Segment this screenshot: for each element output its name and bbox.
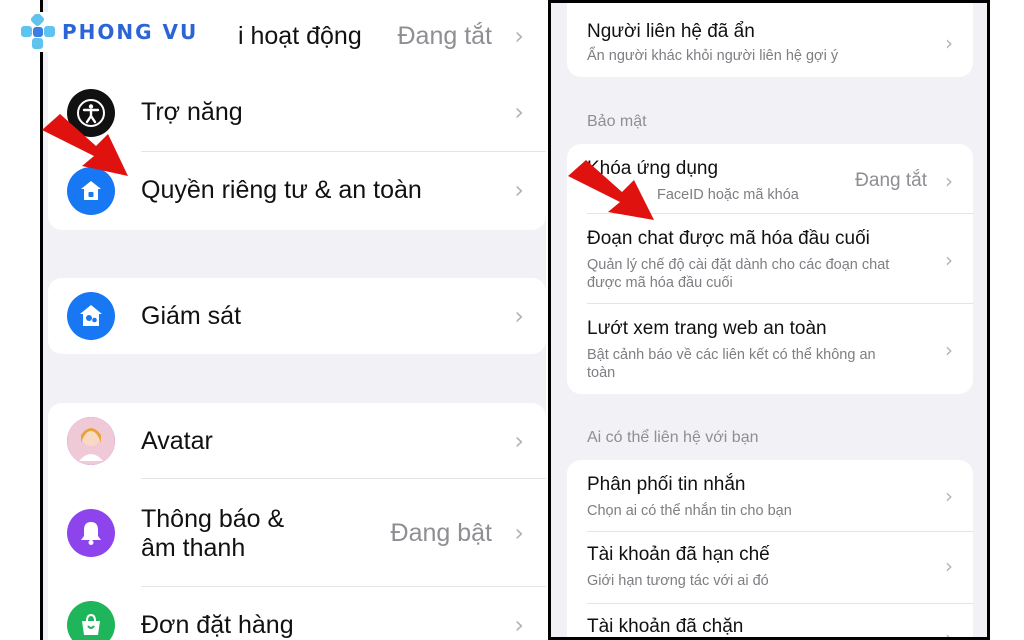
logo-text: PHONG VU <box>62 20 199 44</box>
bell-icon <box>67 509 115 557</box>
chevron-right-icon: › <box>945 626 953 640</box>
chevron-right-icon: › <box>514 302 524 330</box>
security-section-header: Bảo mật <box>587 113 647 130</box>
hidden-contacts-title: Người liên hệ đã ẩn <box>587 21 755 42</box>
contact-section-header: Ai có thể liên hệ với bạn <box>587 429 759 446</box>
chevron-right-icon: › <box>945 484 953 508</box>
chevron-right-icon: › <box>945 554 953 578</box>
active-status-label: i hoạt động <box>238 22 362 50</box>
blocked-accounts-title: Tài khoản đã chặn <box>587 616 744 637</box>
notifications-value: Đang bật <box>390 519 492 547</box>
supervision-icon <box>67 292 115 340</box>
chevron-right-icon: › <box>514 98 524 126</box>
settings-row-hidden-contacts[interactable]: Người liên hệ đã ẩn Ẩn người khác khỏi n… <box>567 3 973 77</box>
settings-row-e2e-chats[interactable]: Đoạn chat được mã hóa đầu cuối Quản lý c… <box>567 214 973 304</box>
app-lock-value: Đang tắt <box>855 170 927 191</box>
avatar-icon <box>67 417 115 465</box>
chevron-right-icon: › <box>514 176 524 204</box>
accessibility-label: Trợ năng <box>141 98 243 126</box>
settings-row-message-delivery[interactable]: Phân phối tin nhắn Chọn ai có thể nhắn t… <box>567 460 973 532</box>
supervision-label: Giám sát <box>141 302 242 330</box>
privacy-safety-label: Quyền riêng tư & an toàn <box>141 176 422 204</box>
restricted-accounts-title: Tài khoản đã hạn chế <box>587 544 770 565</box>
restricted-accounts-subtitle: Giới hạn tương tác với ai đó <box>587 573 769 589</box>
contact-card: Phân phối tin nhắn Chọn ai có thể nhắn t… <box>567 460 973 640</box>
message-delivery-title: Phân phối tin nhắn <box>587 474 746 495</box>
settings-row-avatar[interactable]: Avatar › <box>48 403 546 479</box>
settings-row-notifications[interactable]: Thông báo & âm thanh Đang bật › <box>48 479 546 587</box>
red-arrow-icon <box>42 114 128 176</box>
chevron-right-icon: › <box>514 519 524 547</box>
e2e-chats-title: Đoạn chat được mã hóa đầu cuối <box>587 228 870 249</box>
red-arrow-icon <box>568 160 654 220</box>
safe-browsing-subtitle: Bật cảnh báo về các liên kết có thể khôn… <box>587 347 876 381</box>
notifications-label-line1: Thông báo & <box>141 505 285 533</box>
shopping-bag-icon <box>67 601 115 640</box>
e2e-chats-subtitle: Quản lý chế độ cài đặt dành cho các đoạn… <box>587 257 890 291</box>
privacy-settings-right-panel: Người liên hệ đã ẩn Ẩn người khác khỏi n… <box>548 0 990 640</box>
settings-row-supervision[interactable]: Giám sát › <box>48 278 546 354</box>
panel-border <box>40 0 43 640</box>
settings-card-group3: Avatar › Thông báo & âm thanh Đang bật ›… <box>48 403 546 640</box>
avatar-label: Avatar <box>141 427 213 455</box>
chevron-right-icon: › <box>945 338 953 362</box>
settings-row-safe-browsing[interactable]: Lướt xem trang web an toàn Bật cảnh báo … <box>567 304 973 394</box>
hidden-contacts-card: Người liên hệ đã ẩn Ẩn người khác khỏi n… <box>567 3 973 77</box>
chevron-right-icon: › <box>945 169 953 193</box>
settings-row-blocked-accounts[interactable]: Tài khoản đã chặn › <box>567 604 973 640</box>
active-status-value: Đang tắt <box>397 22 492 50</box>
settings-row-restricted-accounts[interactable]: Tài khoản đã hạn chế Giới hạn tương tác … <box>567 532 973 604</box>
chevron-right-icon: › <box>514 22 524 50</box>
messenger-settings-left-panel: i hoạt động Đang tắt › Trợ năng › Quyền … <box>40 0 546 640</box>
safe-browsing-title: Lướt xem trang web an toàn <box>587 318 827 339</box>
chevron-right-icon: › <box>514 427 524 455</box>
orders-label: Đơn đặt hàng <box>141 611 294 639</box>
phong-vu-logo: PHONG VU <box>20 12 209 52</box>
settings-card-supervision: Giám sát › <box>48 278 546 354</box>
chevron-right-icon: › <box>514 611 524 639</box>
notifications-label-line2: âm thanh <box>141 534 246 562</box>
hidden-contacts-subtitle: Ẩn người khác khỏi người liên hệ gợi ý <box>587 48 839 64</box>
settings-row-orders[interactable]: Đơn đặt hàng › <box>48 587 546 640</box>
chevron-right-icon: › <box>945 248 953 272</box>
message-delivery-subtitle: Chọn ai có thể nhắn tin cho bạn <box>587 503 792 519</box>
chevron-right-icon: › <box>945 31 953 55</box>
logo-mark-icon <box>21 14 55 49</box>
